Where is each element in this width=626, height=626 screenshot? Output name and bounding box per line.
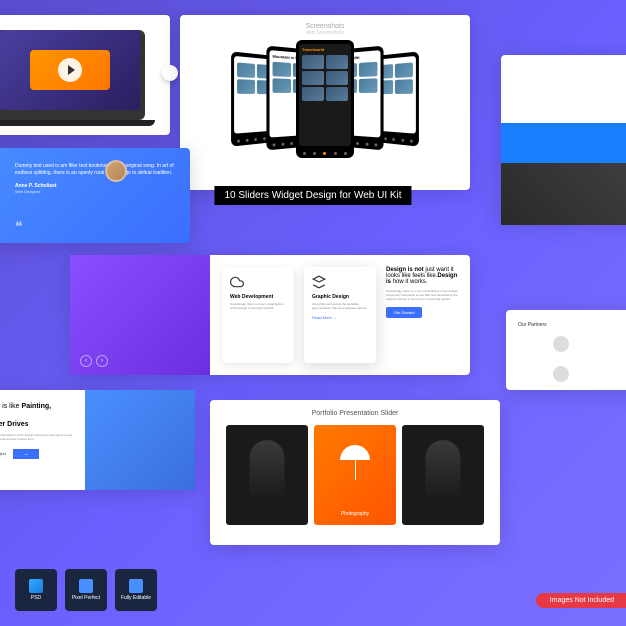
images-not-included-pill: Images Not Included: [536, 593, 626, 608]
testimonial-avatar: [105, 160, 127, 182]
product-title-chip: 10 Sliders Widget Design for Web UI Kit: [214, 186, 411, 205]
portfolio-item-2[interactable]: Photography: [314, 425, 396, 525]
editable-badge: Fully Editable: [115, 569, 157, 611]
service-card-graphic[interactable]: Graphic Design Using filler text avoids …: [304, 267, 376, 363]
pixel-perfect-badge: Pixel Perfect: [65, 569, 107, 611]
web-design-band[interactable]: [501, 123, 626, 163]
laptop-mockup: [0, 30, 145, 120]
phone-center-title: Travelworld: [302, 47, 348, 52]
service1-title: Web Development: [230, 294, 286, 300]
app-screenshots-card: Screenshots App Screenshots Mountain in …: [180, 15, 470, 190]
grid-icon: [79, 579, 93, 593]
painting-headline: igital Design is like Painting, Except e…: [0, 402, 73, 429]
next-arrow-button[interactable]: [162, 65, 178, 81]
painting-description: Surprisingly, there is a very vocal fact…: [0, 433, 73, 441]
psd-badge: PSD: [15, 569, 57, 611]
read-more-link[interactable]: Read More →: [312, 315, 368, 320]
umbrella-icon: [340, 445, 370, 460]
service2-desc: Using filler text avoids the workable ar…: [312, 303, 368, 311]
design-headline: Design is not just want it looks like fe…: [386, 267, 458, 285]
portfolio-label-photography: Photography: [314, 511, 396, 517]
business-quote-card: A business that makes nothing but money …: [501, 55, 626, 225]
testimonial-role: Web Designer: [15, 189, 175, 194]
layers-icon: [312, 275, 326, 289]
service2-title: Graphic Design: [312, 294, 368, 300]
partner-logo-1: [518, 336, 603, 360]
photoshop-icon: [29, 579, 43, 593]
blue-image-panel: [85, 390, 195, 490]
partner-logo-3: [518, 366, 603, 384]
portfolio-slider-card: Portfolio Presentation Slider Photograph…: [210, 400, 500, 545]
screenshots-title: App Screenshots: [188, 30, 462, 36]
start-project-cta[interactable]: Let's Start a New Project →: [0, 449, 73, 459]
cloud-icon: [230, 275, 244, 289]
design-description: Surprisingly, there is a very vocal fact…: [386, 289, 458, 301]
partner-logo-4: [609, 366, 626, 384]
phone-mockup-center[interactable]: Travelworld: [296, 40, 354, 158]
screenshots-bg-title: Screenshots: [188, 23, 462, 30]
edit-icon: [129, 579, 143, 593]
partner-logo-2: PAVAN: [609, 336, 626, 360]
services-next-button[interactable]: ›: [96, 355, 108, 367]
testimonial-card: Dummy text used is am filler text bookma…: [0, 148, 190, 243]
video-slider-card: I Kit - Advik ve up: [0, 15, 170, 135]
service-card-web-dev[interactable]: Web Development Surprisingly, there is a…: [222, 267, 294, 363]
arrow-button[interactable]: →: [13, 449, 39, 459]
portfolio-item-1[interactable]: [226, 425, 308, 525]
services-purple-panel: ‹ ›: [70, 255, 210, 375]
feature-badges: PSD Pixel Perfect Fully Editable: [15, 569, 157, 611]
partners-card: Our Partners PAVAN: [506, 310, 626, 390]
portfolio-title: Portfolio Presentation Slider: [220, 410, 490, 417]
partners-title: Our Partners: [518, 322, 626, 328]
services-slider-card: ‹ › Web Development Surprisingly, there …: [70, 255, 470, 375]
get-started-button[interactable]: Get Started: [386, 307, 422, 318]
portfolio-item-3[interactable]: [402, 425, 484, 525]
testimonial-quote: Dummy text used is am filler text bookma…: [15, 163, 175, 177]
services-prev-button[interactable]: ‹: [80, 355, 92, 367]
play-button[interactable]: [58, 58, 82, 82]
service1-desc: Surprisingly, there is a very vocal fact…: [230, 303, 286, 311]
quote-icon: ❝: [15, 218, 23, 235]
digital-design-card: igital Design is like Painting, Except e…: [0, 390, 195, 490]
